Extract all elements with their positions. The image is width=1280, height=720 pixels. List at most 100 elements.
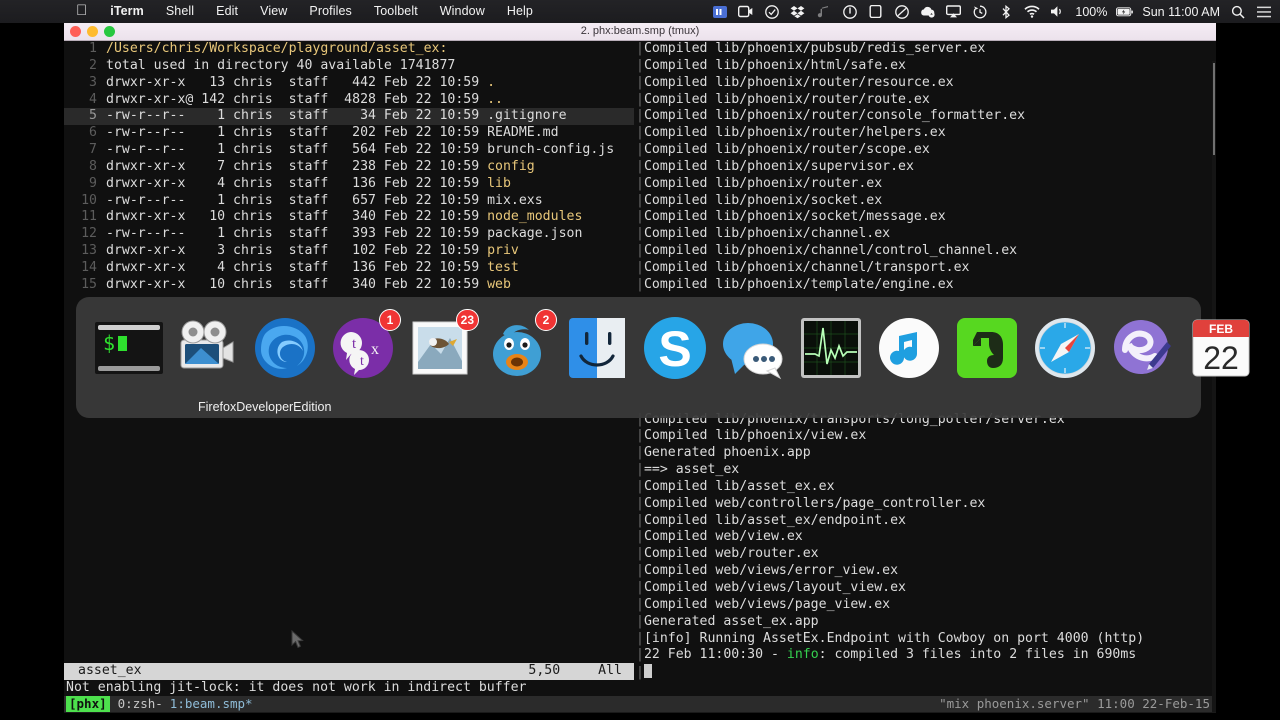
dired-file-name[interactable]: lib xyxy=(487,176,511,191)
dock-item-evernote[interactable] xyxy=(951,312,1023,384)
dired-row[interactable]: 4 drwxr-xr-x@ 142 chris staff 4828 Feb 22… xyxy=(64,92,634,109)
menu-item-profiles[interactable]: Profiles xyxy=(298,0,362,23)
menu-item-edit[interactable]: Edit xyxy=(205,0,249,23)
apple-logo-icon[interactable]:  xyxy=(72,0,99,22)
dock-item-safari[interactable] xyxy=(1029,312,1101,384)
dired-file-name[interactable]: . xyxy=(487,75,495,90)
mode-line-buffer-name: asset_ex xyxy=(78,663,142,679)
dropbox-icon[interactable] xyxy=(789,3,806,20)
close-button[interactable] xyxy=(70,26,81,37)
dired-file-name[interactable]: config xyxy=(487,159,535,174)
checkmark-circle-icon[interactable] xyxy=(763,3,780,20)
search-icon[interactable] xyxy=(1229,3,1246,20)
volume-icon[interactable] xyxy=(1049,3,1066,20)
dired-row[interactable]: 5 -rw-r--r-- 1 chris staff 34 Feb 22 10:5… xyxy=(64,108,634,126)
dock-item-finder[interactable] xyxy=(561,312,633,384)
dired-file-meta: drwxr-xr-x 7 chris staff 238 Feb 22 10:5… xyxy=(106,158,488,174)
compile-output-line: |Compiled web/router.ex xyxy=(634,546,1216,563)
tmux-window-1[interactable]: 1:beam.smp* xyxy=(163,696,253,712)
tmux-session-name[interactable]: [phx] xyxy=(66,695,110,712)
notification-center-icon[interactable] xyxy=(1255,3,1272,20)
dired-file-name[interactable]: .. xyxy=(487,92,503,107)
dired-row[interactable]: 9 drwxr-xr-x 4 chris staff 136 Feb 22 10:… xyxy=(64,176,634,193)
compile-output-text: [info] Running AssetEx.Endpoint with Cow… xyxy=(643,630,1145,646)
compile-output-text: Compiled lib/phoenix/template/engine.ex xyxy=(643,276,954,292)
menu-bar-clock[interactable]: Sun 11:00 AM xyxy=(1142,5,1220,19)
dock-item-firefoxdeveloperedition[interactable] xyxy=(249,312,321,384)
dired-file-name[interactable]: mix.exs xyxy=(487,193,543,208)
dired-file-name[interactable]: node_modules xyxy=(487,209,582,224)
dired-row[interactable]: 14 drwxr-xr-x 4 chris staff 136 Feb 22 10… xyxy=(64,260,634,277)
compile-output-line: |Compiled lib/phoenix/channel.ex xyxy=(634,226,1216,243)
line-number: 2 xyxy=(89,57,97,73)
dock-hover-label: FirefoxDeveloperEdition xyxy=(198,400,332,414)
dired-row[interactable]: 7 -rw-r--r-- 1 chris staff 564 Feb 22 10:… xyxy=(64,142,634,159)
terminal-prompt-row[interactable]: | xyxy=(634,664,1216,681)
menu-item-shell[interactable]: Shell xyxy=(155,0,205,23)
dired-row[interactable]: 11 drwxr-xr-x 10 chris staff 340 Feb 22 1… xyxy=(64,209,634,226)
cloud-sync-icon[interactable] xyxy=(919,3,936,20)
window-title: 2. phx:beam.smp (tmux) xyxy=(580,24,700,37)
minimize-button[interactable] xyxy=(87,26,98,37)
dired-row[interactable]: 12 -rw-r--r-- 1 chris staff 393 Feb 22 10… xyxy=(64,226,634,243)
dock-item-emacs[interactable] xyxy=(1107,312,1179,384)
dired-file-name[interactable]: brunch-config.js xyxy=(487,142,614,157)
dock-item-activity-monitor[interactable] xyxy=(795,312,867,384)
zoom-button[interactable] xyxy=(104,26,115,37)
menu-item-view[interactable]: View xyxy=(249,0,298,23)
dock-item-calendar[interactable]: FEB 22 xyxy=(1185,312,1257,384)
battery-charging-icon[interactable] xyxy=(1116,3,1134,20)
dired-file-name[interactable]: test xyxy=(487,260,519,275)
screenflow-icon[interactable] xyxy=(737,3,754,20)
compile-output-line: |Compiled lib/phoenix/view.ex xyxy=(634,428,1216,445)
power-circle-icon[interactable] xyxy=(841,3,858,20)
dock-item-skype[interactable]: S xyxy=(639,312,711,384)
dock-item-rdio[interactable] xyxy=(873,312,945,384)
dired-row[interactable]: 15 drwxr-xr-x 10 chris staff 340 Feb 22 1… xyxy=(64,277,634,294)
dock-item-mail[interactable]: 23 xyxy=(405,309,479,384)
time-machine-icon[interactable] xyxy=(971,3,988,20)
dock-item-tweetbot[interactable]: 2 xyxy=(483,309,557,384)
svg-text:$: $ xyxy=(103,331,115,355)
line-number: 12 xyxy=(81,226,97,242)
square-icon[interactable] xyxy=(867,3,884,20)
dired-file-name[interactable]: .gitignore xyxy=(487,108,566,123)
menu-item-window[interactable]: Window xyxy=(429,0,496,23)
scrollbar-thumb[interactable] xyxy=(1213,63,1215,155)
music-note-icon[interactable] xyxy=(815,3,832,20)
window-title-bar[interactable]: 2. phx:beam.smp (tmux) xyxy=(64,21,1216,41)
dock-item-iterm[interactable]: $ xyxy=(93,312,165,384)
dired-file-name[interactable]: README.md xyxy=(487,125,558,140)
pane-divider-glyph: | xyxy=(636,563,644,579)
dired-row[interactable]: 8 drwxr-xr-x 7 chris staff 238 Feb 22 10:… xyxy=(64,159,634,176)
menu-item-iterm[interactable]: iTerm xyxy=(99,0,155,23)
bluetooth-icon[interactable] xyxy=(997,3,1014,20)
dired-row[interactable]: 10 -rw-r--r-- 1 chris staff 657 Feb 22 10… xyxy=(64,193,634,210)
dired-file-name[interactable]: package.json xyxy=(487,226,582,241)
terminal-scrollbar[interactable] xyxy=(1212,61,1216,712)
wifi-icon[interactable] xyxy=(1023,3,1040,20)
line-number: 1 xyxy=(89,41,97,56)
dired-row[interactable]: 13 drwxr-xr-x 3 chris staff 102 Feb 22 10… xyxy=(64,243,634,260)
menu-item-help[interactable]: Help xyxy=(496,0,544,23)
airplay-icon[interactable] xyxy=(945,3,962,20)
dired-file-name[interactable]: web xyxy=(487,277,511,292)
compile-output-text: Compiled web/controllers/page_controller… xyxy=(643,495,986,511)
dired-row[interactable]: 2 total used in directory 40 available 17… xyxy=(64,58,634,75)
bartender-icon[interactable] xyxy=(711,3,728,20)
compile-output-line: |Compiled lib/phoenix/channel/transport.… xyxy=(634,260,1216,277)
menu-item-toolbelt[interactable]: Toolbelt xyxy=(363,0,429,23)
do-not-disturb-icon[interactable] xyxy=(893,3,910,20)
dock-item-screenflow[interactable] xyxy=(171,312,243,384)
compile-output-line: |Compiled web/views/layout_view.ex xyxy=(634,580,1216,597)
dired-row[interactable]: 6 -rw-r--r-- 1 chris staff 202 Feb 22 10:… xyxy=(64,125,634,142)
dock-item-messages[interactable] xyxy=(717,312,789,384)
compile-output-text: Compiled web/router.ex xyxy=(643,546,819,562)
tmux-window-0[interactable]: 0:zsh- xyxy=(110,696,163,712)
dired-file-name[interactable]: priv xyxy=(487,243,519,258)
pane-divider-glyph: | xyxy=(636,41,644,56)
dired-row-text: -rw-r--r-- 1 chris staff 564 Feb 22 10:5… xyxy=(106,142,634,159)
dock-item-textexpander[interactable]: t t x1 xyxy=(327,309,401,384)
dired-row[interactable]: 3 drwxr-xr-x 13 chris staff 442 Feb 22 10… xyxy=(64,75,634,92)
dired-row[interactable]: 1/Users/chris/Workspace/playground/asset… xyxy=(64,41,634,58)
